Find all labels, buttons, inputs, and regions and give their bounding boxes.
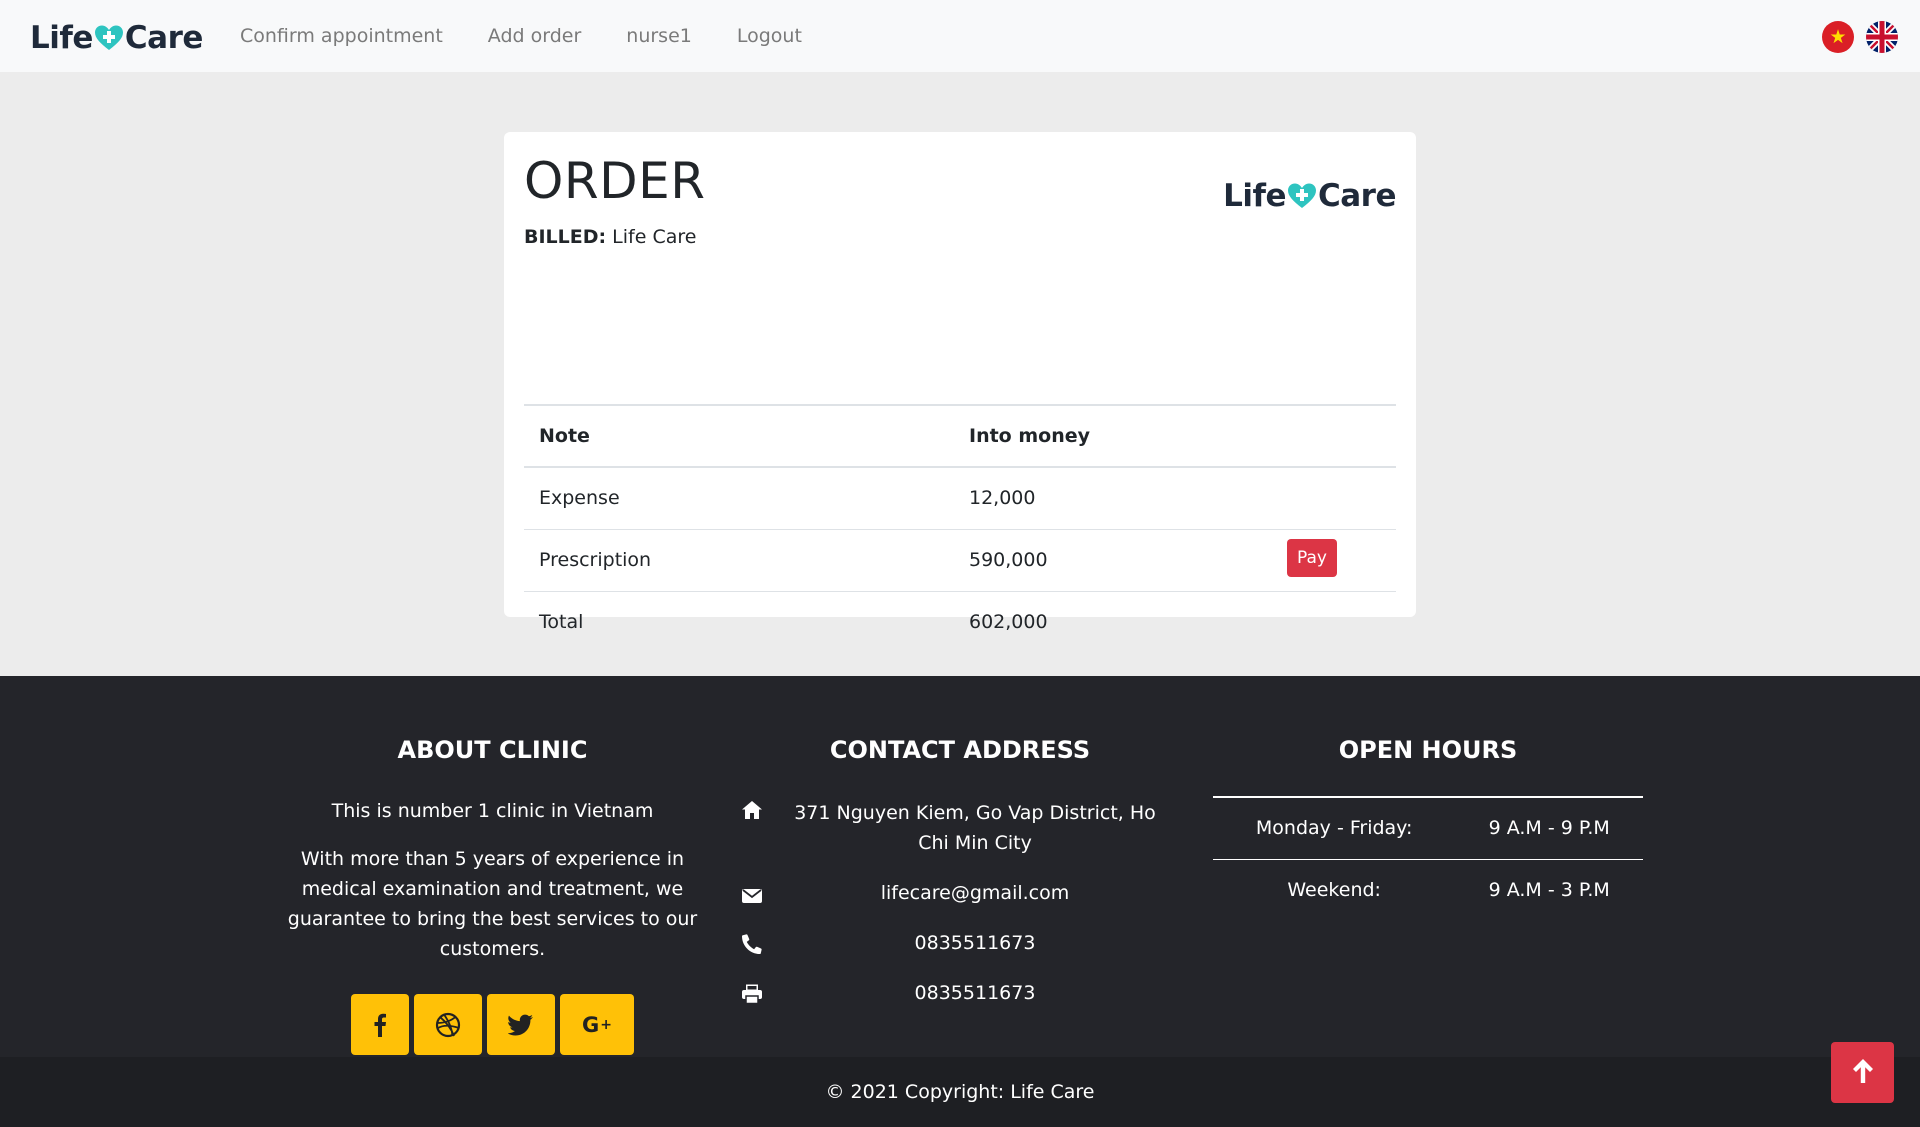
row-amount: 12,000 [969, 487, 1036, 510]
vietnam-flag-icon[interactable]: ★ [1822, 21, 1854, 53]
table-row: Expense 12,000 [524, 467, 1396, 529]
row-note: Total [539, 611, 584, 634]
about-tagline: This is number 1 clinic in Vietnam [331, 800, 654, 822]
hours-table: Monday - Friday: 9 A.M - 9 P.M Weekend: … [1213, 796, 1643, 921]
footer-contact-section: CONTACT ADDRESS 371 Nguyen Kiem, Go Vap … [740, 676, 1180, 1005]
arrow-up-icon [1851, 1058, 1875, 1088]
table-header-row: Note Into money [524, 405, 1396, 467]
billed-label: BILLED: [524, 226, 607, 248]
hours-time: 9 A.M - 9 P.M [1488, 817, 1610, 840]
nav-confirm-appointment[interactable]: Confirm appointment [240, 25, 443, 47]
hours-title: OPEN HOURS [1338, 736, 1518, 764]
footer: ABOUT CLINIC This is number 1 clinic in … [0, 676, 1920, 1057]
facebook-icon[interactable] [351, 994, 409, 1055]
order-title: ORDER [524, 152, 706, 210]
social-links: G + [270, 994, 715, 1055]
column-header-note: Note [539, 425, 590, 447]
contact-phone: 0835511673 [740, 928, 1180, 958]
about-title: ABOUT CLINIC [397, 736, 588, 764]
copyright-text: © 2021 Copyright: Life Care [825, 1081, 1095, 1103]
order-card: ORDER BILLED: Life Care Life Care Note I… [504, 132, 1416, 633]
hours-day: Monday - Friday: [1255, 817, 1413, 840]
twitter-icon[interactable] [487, 994, 555, 1055]
contact-title: CONTACT ADDRESS [829, 736, 1091, 764]
hours-row: Monday - Friday: 9 A.M - 9 P.M [1213, 797, 1643, 859]
nav-logout[interactable]: Logout [737, 25, 802, 47]
column-header-into-money: Into money [969, 425, 1090, 447]
contact-email: lifecare@gmail.com [740, 878, 1180, 908]
fax-text: 0835511673 [914, 982, 1036, 1004]
brand-logo[interactable]: Life Care [30, 20, 203, 56]
brand-name-right: Care [124, 20, 203, 56]
dribbble-icon[interactable] [414, 994, 482, 1055]
uk-flag-icon[interactable] [1866, 21, 1898, 53]
phone-icon [740, 932, 764, 962]
billed-info: BILLED: Life Care [524, 226, 696, 248]
scroll-to-top-button[interactable] [1831, 1042, 1894, 1103]
nav-user-nurse1[interactable]: nurse1 [626, 25, 692, 47]
footer-hours-section: OPEN HOURS Monday - Friday: 9 A.M - 9 P.… [1213, 676, 1643, 901]
order-table: Note Into money Expense 12,000 Prescript… [524, 404, 1396, 653]
row-note: Expense [539, 487, 620, 510]
top-navbar: Life Care Confirm appointment Add order … [0, 0, 1920, 72]
contact-fax: 0835511673 [740, 978, 1180, 1008]
hours-row: Weekend: 9 A.M - 3 P.M [1213, 859, 1643, 921]
heart-cross-icon [94, 24, 124, 52]
address-text: 371 Nguyen Kiem, Go Vap District, Ho Chi… [794, 802, 1156, 854]
table-row: Prescription 590,000 [524, 529, 1396, 591]
hours-time: 9 A.M - 3 P.M [1488, 879, 1610, 902]
nav-add-order[interactable]: Add order [488, 25, 582, 47]
envelope-icon [740, 882, 764, 912]
language-switcher: ★ [1822, 21, 1898, 53]
google-plus-icon[interactable]: G + [560, 994, 634, 1055]
billed-value: Life Care [612, 226, 697, 248]
phone-text: 0835511673 [914, 932, 1036, 954]
contact-address: 371 Nguyen Kiem, Go Vap District, Ho Chi… [740, 798, 1180, 860]
row-amount: 602,000 [969, 611, 1048, 634]
card-brand-name-right: Care [1318, 178, 1396, 214]
card-brand-logo: Life Care [1223, 178, 1396, 214]
row-note: Prescription [539, 549, 652, 571]
hours-day: Weekend: [1287, 879, 1381, 902]
printer-icon [740, 982, 764, 1012]
about-description: With more than 5 years of experience in … [287, 848, 698, 960]
copyright-bar: © 2021 Copyright: Life Care [0, 1057, 1920, 1127]
card-brand-name-left: Life [1223, 178, 1287, 214]
email-text[interactable]: lifecare@gmail.com [790, 878, 1160, 908]
table-row: Total 602,000 [524, 591, 1396, 653]
brand-name-left: Life [30, 20, 93, 56]
pay-button[interactable]: Pay [1287, 539, 1337, 577]
card-heart-cross-icon [1287, 182, 1317, 210]
nav-menu: Confirm appointment Add order nurse1 Log… [240, 0, 847, 72]
home-icon [740, 798, 764, 828]
footer-about-section: ABOUT CLINIC This is number 1 clinic in … [270, 676, 715, 1055]
